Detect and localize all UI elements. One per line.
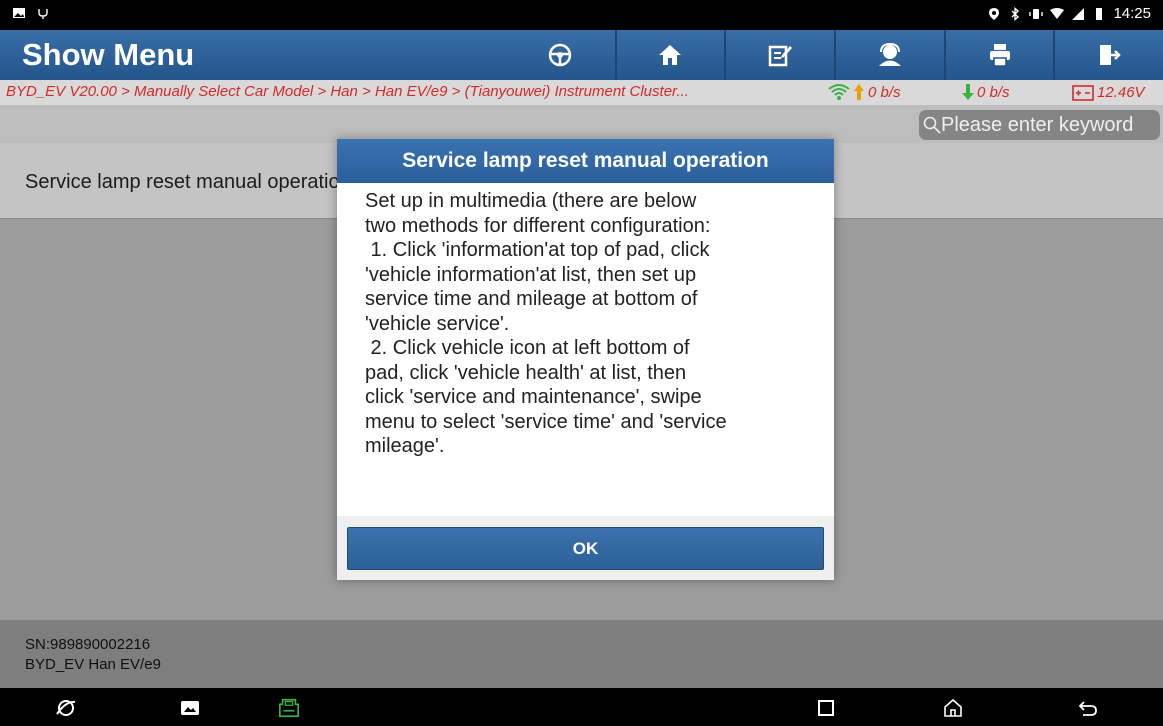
toolbar [505, 30, 1163, 80]
list-item-label: Service lamp reset manual operation [25, 171, 351, 193]
dialog-line: Set up in multimedia (there are below [365, 190, 697, 212]
battery-icon [1096, 7, 1103, 20]
usb-debug-icon [38, 9, 48, 19]
status-right: 14:25 [987, 5, 1151, 22]
steering-wheel-icon [548, 43, 572, 67]
bluetooth-icon [1011, 6, 1020, 21]
wifi-icon [1050, 7, 1065, 19]
search-input[interactable] [941, 113, 1159, 137]
breadcrumb: BYD_EV V20.00 > Manually Select Car Mode… [6, 83, 689, 100]
dialog-line: click 'service and maintenance', swipe [365, 386, 702, 408]
home-button[interactable] [614, 30, 725, 80]
dialog-line: menu to select 'service time' and 'servi… [365, 410, 727, 433]
status-time: 14:25 [1113, 5, 1151, 22]
home-nav-icon [944, 698, 962, 717]
exit-icon [1100, 45, 1121, 65]
download-info: 0 b/s [962, 83, 1010, 101]
breadcrumb-bar: BYD_EV V20.00 > Manually Select Car Mode… [0, 80, 1163, 105]
title-bar: Show Menu [0, 30, 1163, 80]
ok-button[interactable]: OK [347, 527, 824, 570]
edit-report-button[interactable] [724, 30, 834, 80]
footer: SN:989890002216 BYD_EV Han EV/e9 [0, 620, 1163, 688]
home-nav-button[interactable] [942, 697, 964, 719]
search-icon [923, 116, 941, 134]
battery-voltage: 12.46V [1097, 83, 1145, 101]
exit-button[interactable] [1053, 30, 1163, 80]
back-button[interactable] [1077, 697, 1099, 719]
image-notification-icon [13, 8, 25, 18]
vibrate-icon [1029, 8, 1044, 19]
dialog-line: 1. Click 'information'at top of pad, cli… [365, 239, 710, 261]
serial-number: SN:989890002216 [25, 636, 151, 653]
dialog-line: 'vehicle service'. [365, 312, 510, 335]
dialog-message: Set up in multimedia (there are below tw… [365, 189, 815, 459]
location-icon [989, 7, 1000, 20]
upload-speed: 0 b/s [868, 83, 901, 101]
browser-icon [56, 700, 76, 716]
dialog-footer: OK [337, 516, 834, 580]
nav-bar [0, 688, 1163, 726]
status-bar: 14:25 [0, 0, 1163, 30]
recents-icon [818, 700, 834, 716]
gallery-icon [181, 701, 199, 715]
support-icon [878, 43, 901, 66]
dialog-line: 'vehicle information'at list, then set u… [365, 263, 697, 286]
dialog-line: 2. Click vehicle icon at left bottom of [365, 337, 690, 359]
dialog-line: two methods for different configuration: [365, 214, 711, 237]
dialog-title: Service lamp reset manual operation [337, 139, 834, 183]
battery-voltage-info: 12.46V [1072, 83, 1145, 101]
dialog: Service lamp reset manual operation Set … [337, 139, 834, 580]
signal-icon [1072, 7, 1085, 20]
car-battery-icon [1072, 85, 1094, 101]
upload-arrow-icon [854, 84, 864, 100]
dialog-line: mileage'. [365, 435, 445, 457]
search-box[interactable] [919, 110, 1160, 140]
wifi-signal-icon [828, 84, 850, 100]
upload-info: 0 b/s [828, 83, 901, 101]
print-icon [989, 44, 1010, 67]
steering-wheel-button[interactable] [505, 30, 615, 80]
vehicle-model: BYD_EV Han EV/e9 [25, 656, 161, 673]
edit-report-icon [768, 45, 793, 67]
gallery-button[interactable] [179, 697, 201, 719]
vci-button[interactable] [278, 697, 300, 719]
dialog-line: service time and mileage at bottom of [365, 288, 698, 310]
recents-button[interactable] [815, 697, 837, 719]
back-icon [1078, 701, 1097, 716]
print-button[interactable] [943, 30, 1054, 80]
page-title: Show Menu [22, 37, 195, 72]
vci-icon [279, 698, 299, 718]
home-icon [659, 45, 682, 65]
download-speed: 0 b/s [977, 83, 1010, 101]
browser-button[interactable] [55, 697, 77, 719]
support-button[interactable] [834, 30, 944, 80]
search-bar [0, 105, 1163, 143]
dialog-line: pad, click 'vehicle health' at list, the… [365, 361, 687, 384]
status-left [12, 6, 50, 20]
download-arrow-icon [962, 84, 974, 100]
